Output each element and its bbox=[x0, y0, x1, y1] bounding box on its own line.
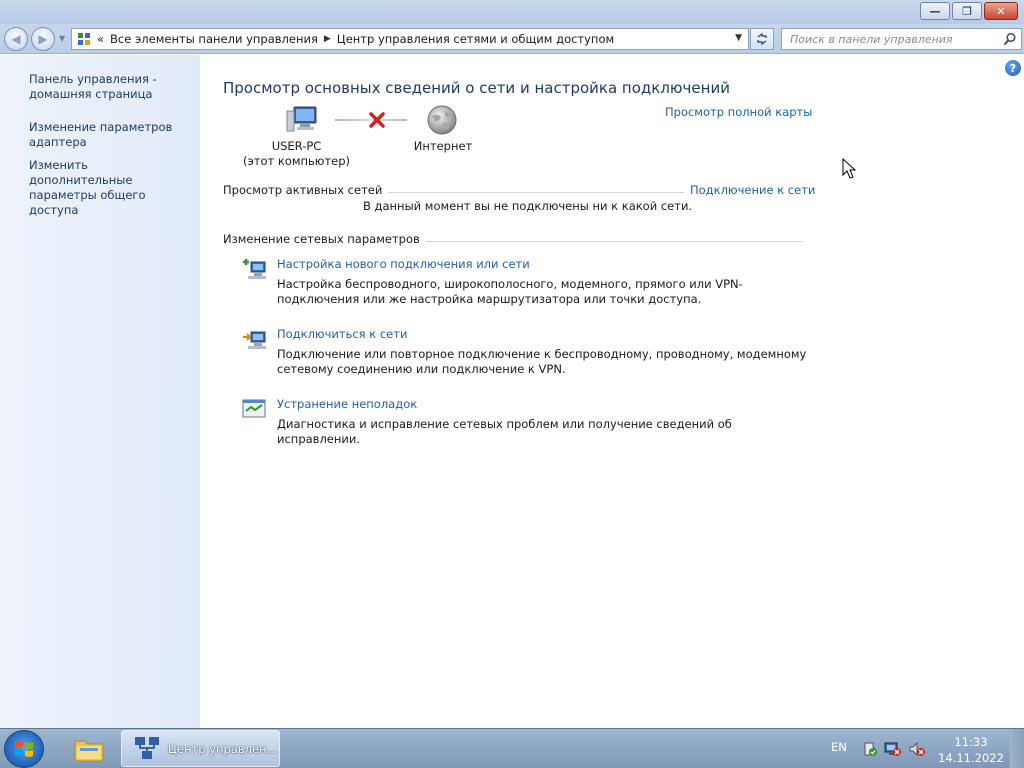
start-button[interactable] bbox=[4, 730, 44, 768]
back-button[interactable]: ◀ bbox=[4, 27, 28, 51]
refresh-button[interactable] bbox=[750, 28, 774, 50]
network-center-icon bbox=[135, 736, 159, 759]
recent-pages-dropdown[interactable]: ▼ bbox=[59, 34, 65, 43]
internet-globe-icon[interactable] bbox=[426, 104, 458, 136]
clock-date: 14.11.2022 bbox=[938, 751, 1004, 765]
troubleshoot-icon bbox=[242, 399, 266, 418]
maximize-button[interactable]: ❐ bbox=[952, 2, 982, 20]
mouse-cursor-icon bbox=[842, 158, 857, 179]
search-input[interactable] bbox=[790, 32, 990, 46]
network-setup-icon bbox=[243, 259, 266, 279]
connect-to-network-link[interactable]: Подключение к сети bbox=[684, 183, 816, 197]
close-icon: ✕ bbox=[996, 4, 1006, 18]
troubleshoot-link[interactable]: Устранение неполадок bbox=[277, 397, 417, 411]
breadcrumb-item-all-control-panel-items[interactable]: Все элементы панели управления bbox=[110, 32, 318, 46]
folder-icon bbox=[74, 740, 104, 762]
network-disconnected-icon[interactable] bbox=[884, 741, 902, 757]
sidebar-item-control-panel-home[interactable]: Панель управления - домашняя страница bbox=[29, 72, 194, 102]
computer-subtitle: (этот компьютер) bbox=[242, 154, 351, 168]
new-connection-description: Настройка беспроводного, широкополосного… bbox=[277, 277, 743, 306]
address-dropdown-icon[interactable]: ▼ bbox=[735, 33, 742, 43]
language-indicator[interactable]: EN bbox=[831, 740, 847, 754]
computer-label: USER-PC (этот компьютер) bbox=[240, 139, 353, 169]
minimize-button[interactable]: — bbox=[920, 2, 950, 20]
forward-button[interactable]: ▶ bbox=[31, 27, 55, 51]
taskbar-explorer-button[interactable] bbox=[64, 731, 114, 767]
sidebar-item-advanced-sharing[interactable]: Изменить дополнительные параметры общего… bbox=[29, 158, 194, 218]
disconnected-x-icon[interactable] bbox=[369, 112, 385, 128]
address-bar[interactable]: « Все элементы панели управления ▶ Центр… bbox=[71, 28, 749, 50]
internet-label: Интернет bbox=[413, 139, 473, 153]
system-tray bbox=[862, 741, 926, 757]
show-desktop-button[interactable] bbox=[1010, 729, 1024, 768]
new-connection-link[interactable]: Настройка нового подключения или сети bbox=[277, 257, 530, 271]
no-connection-message: В данный момент вы не подключены ни к ка… bbox=[363, 199, 693, 213]
breadcrumb: « Все элементы панели управления ▶ Центр… bbox=[97, 32, 614, 46]
taskbar-network-center-button[interactable]: Центр управлен... bbox=[121, 730, 280, 767]
sidebar-item-adapter-settings[interactable]: Изменение параметров адаптера bbox=[29, 120, 194, 150]
action-center-icon[interactable] bbox=[862, 741, 878, 757]
troubleshoot-description: Диагностика и исправление сетевых пробле… bbox=[277, 417, 732, 446]
connect-network-description: Подключение или повторное подключение к … bbox=[277, 347, 807, 376]
page-title: Просмотр основных сведений о сети и наст… bbox=[223, 79, 730, 97]
computer-name: USER-PC bbox=[271, 139, 322, 153]
back-arrow-icon: ◀ bbox=[11, 32, 21, 46]
active-networks-title: Просмотр активных сетей bbox=[223, 183, 389, 197]
close-button[interactable]: ✕ bbox=[984, 2, 1018, 20]
system-clock[interactable]: 11:33 14.11.2022 bbox=[936, 734, 1006, 766]
window-controls: — ❐ ✕ bbox=[920, 2, 1018, 20]
refresh-icon bbox=[757, 32, 767, 46]
navigation-bar: ◀ ▶ ▼ « Все элементы панели управления ▶… bbox=[0, 24, 1024, 54]
search-icon[interactable] bbox=[1003, 32, 1017, 46]
restore-icon: ❐ bbox=[962, 4, 972, 18]
taskbar-window-label: Центр управлен... bbox=[168, 741, 278, 756]
forward-arrow-icon: ▶ bbox=[38, 32, 48, 46]
breadcrumb-item-network-center[interactable]: Центр управления сетями и общим доступом bbox=[337, 32, 614, 46]
full-map-link[interactable]: Просмотр полной карты bbox=[665, 105, 812, 119]
minimize-icon: — bbox=[929, 4, 941, 18]
main-content: ? Просмотр основных сведений о сети и на… bbox=[200, 55, 1024, 728]
help-icon[interactable]: ? bbox=[1005, 60, 1021, 76]
windows-logo-icon bbox=[15, 741, 33, 757]
connect-network-icon bbox=[243, 331, 266, 349]
breadcrumb-separator-icon[interactable]: ▶ bbox=[324, 34, 331, 44]
breadcrumb-overflow-chevron[interactable]: « bbox=[97, 32, 104, 46]
connect-network-link[interactable]: Подключиться к сети bbox=[277, 327, 407, 341]
left-task-pane: Панель управления - домашняя страница Из… bbox=[0, 55, 200, 728]
change-settings-title: Изменение сетевых параметров bbox=[223, 232, 426, 246]
taskbar: Центр управлен... EN 11:33 14.11.2022 bbox=[0, 728, 1024, 768]
computer-icon[interactable] bbox=[284, 105, 320, 135]
search-box bbox=[781, 28, 1022, 50]
title-bar: — ❐ ✕ bbox=[0, 0, 1024, 24]
clock-time: 11:33 bbox=[954, 735, 988, 749]
volume-muted-icon[interactable] bbox=[908, 741, 926, 757]
control-panel-icon bbox=[78, 33, 90, 45]
